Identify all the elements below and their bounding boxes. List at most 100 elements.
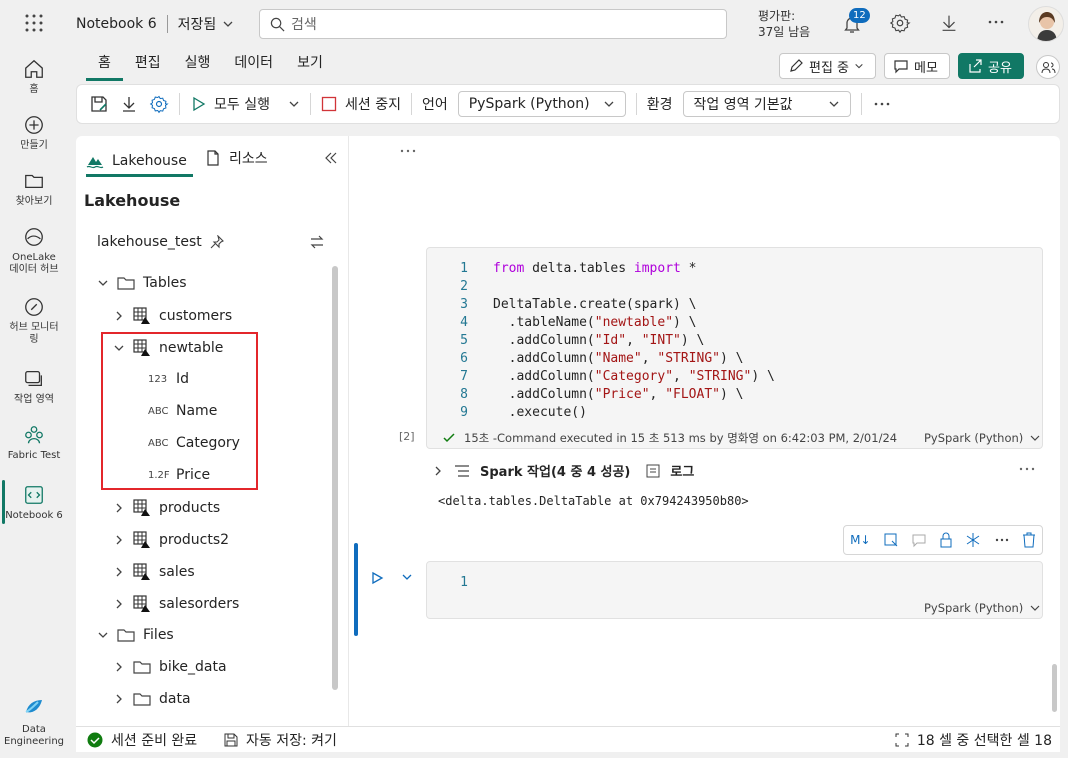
markdown-toggle-icon[interactable]: M↓: [850, 533, 870, 547]
toggle-parameter-icon[interactable]: [883, 532, 899, 548]
save-icon[interactable]: [89, 94, 109, 114]
code-line-5: .addColumn("Id", "INT") \: [493, 333, 705, 348]
editing-mode-button[interactable]: 편집 중: [779, 53, 876, 79]
tree-folder-item[interactable]: bike_data: [113, 659, 227, 675]
tab-run[interactable]: 실행: [173, 55, 223, 81]
status-bar: 세션 준비 완료 자동 저장: 켜기 18 셀 중 선택한 셀 18: [76, 726, 1060, 752]
nav-workspaces-label: 작업 영역: [14, 394, 54, 405]
cell-language-selector[interactable]: PySpark (Python): [924, 431, 1041, 445]
tab-view[interactable]: 보기: [285, 55, 335, 81]
comment-icon[interactable]: [911, 532, 927, 548]
chevron-down-icon: [1029, 602, 1041, 614]
tab-resources[interactable]: 리소스: [205, 147, 268, 169]
notebook-title[interactable]: Notebook 6 저장됨: [76, 14, 234, 34]
line-number: 6: [460, 351, 468, 366]
more-options-icon[interactable]: [399, 144, 417, 158]
nav-monitor[interactable]: 허브 모니터링: [0, 296, 68, 346]
save-icon: [224, 733, 238, 747]
collapse-pane-icon[interactable]: [324, 151, 338, 165]
trial-status[interactable]: 평가판: 37일 남음: [758, 8, 810, 40]
autosave-status[interactable]: 자동 저장: 켜기: [224, 730, 337, 750]
code-line-1: from delta.tables import *: [493, 261, 697, 276]
nav-notebook[interactable]: Notebook 6: [0, 484, 68, 522]
session-status[interactable]: 세션 준비 완료: [87, 730, 197, 750]
share-button[interactable]: 공유: [958, 53, 1024, 79]
pin-icon[interactable]: [210, 235, 224, 249]
search-icon: [270, 17, 285, 32]
chevron-down-icon: [1029, 432, 1041, 444]
tab-data[interactable]: 데이터: [222, 55, 285, 81]
checkmark-icon: [442, 431, 456, 445]
nav-fabric-test[interactable]: Fabric Test: [0, 424, 68, 462]
environment-dropdown[interactable]: 작업 영역 기본값: [682, 91, 851, 117]
tree-table-item[interactable]: customers: [113, 307, 232, 325]
lakehouse-name-row[interactable]: lakehouse_test: [97, 234, 224, 250]
spark-jobs-label: Spark 작업(4 중 4 성공): [480, 465, 631, 480]
freeze-icon[interactable]: [965, 532, 981, 548]
spark-jobs-row[interactable]: Spark 작업(4 중 4 성공) 로그: [432, 461, 694, 480]
search-input[interactable]: 검색: [259, 9, 727, 39]
more-options-icon[interactable]: [872, 94, 892, 114]
code-editor[interactable]: 1 from delta.tables import * 2 3 DeltaTabl…: [426, 258, 1043, 428]
explorer-scrollbar[interactable]: [332, 266, 338, 690]
comment-icon: [893, 58, 909, 74]
line-number: 8: [460, 387, 468, 402]
app-launcher-icon[interactable]: [24, 13, 44, 33]
play-icon: [190, 96, 206, 112]
line-number: 1: [460, 261, 468, 276]
cell-language-selector[interactable]: PySpark (Python): [924, 601, 1041, 615]
more-options-icon[interactable]: [1018, 462, 1036, 476]
tree-files-folder[interactable]: Files: [97, 627, 174, 643]
tab-home[interactable]: 홈: [86, 55, 123, 81]
onelake-icon: [6, 226, 62, 248]
tab-resources-label: 리소스: [229, 151, 268, 167]
tab-lakehouse[interactable]: Lakehouse: [86, 147, 193, 177]
more-options-icon[interactable]: [986, 12, 1010, 36]
settings-gear-icon[interactable]: [889, 12, 913, 36]
log-icon: [646, 464, 660, 478]
chevron-right-icon: [113, 534, 125, 546]
more-options-icon[interactable]: [994, 536, 1010, 544]
selection-status[interactable]: 18 셀 중 선택한 셀 18: [895, 730, 1052, 750]
toolbar-divider: [410, 93, 412, 115]
settings-gear-icon[interactable]: [149, 94, 169, 114]
active-cell-indicator: [354, 543, 358, 636]
tree-tables-folder[interactable]: Tables: [97, 275, 187, 291]
tree-table-item[interactable]: products: [113, 499, 220, 517]
run-cell-icon[interactable]: [370, 571, 384, 585]
user-avatar[interactable]: [1028, 6, 1064, 42]
nav-browse[interactable]: 찾아보기: [0, 170, 68, 208]
editor-scrollbar[interactable]: [1052, 664, 1057, 712]
nav-onelake[interactable]: OneLake 데이터 허브: [0, 226, 68, 276]
notification-badge: 12: [849, 8, 870, 23]
tree-folder-item[interactable]: data: [113, 691, 191, 707]
chevron-down-icon[interactable]: [401, 571, 413, 583]
ribbon-toolbar: 모두 실행 세션 중지 언어 PySpark (Python) 환경 작업 영역…: [76, 84, 1060, 124]
tab-edit[interactable]: 편집: [123, 55, 173, 81]
nav-home[interactable]: 홈: [0, 58, 68, 96]
table-name: sales: [159, 564, 195, 580]
stop-session-button[interactable]: 세션 중지: [321, 94, 401, 114]
run-all-button[interactable]: 모두 실행: [190, 94, 270, 114]
nav-create[interactable]: 만들기: [0, 114, 68, 152]
chevron-down-icon: [603, 98, 615, 110]
comment-button[interactable]: 메모: [884, 53, 950, 79]
download-icon[interactable]: [938, 12, 962, 36]
download-icon[interactable]: [119, 94, 139, 114]
tree-table-item[interactable]: products2: [113, 531, 229, 549]
delta-table-icon: [133, 531, 151, 549]
line-number: 1: [460, 575, 468, 590]
delete-icon[interactable]: [1022, 532, 1036, 548]
chevron-down-icon[interactable]: [288, 98, 300, 110]
tree-table-item[interactable]: sales: [113, 563, 195, 581]
nav-workspaces[interactable]: 작업 영역: [0, 368, 68, 406]
chevron-down-icon: [222, 18, 234, 30]
browse-icon: [0, 170, 68, 192]
nav-data-engineering[interactable]: Data Engineering: [0, 696, 68, 748]
lock-icon[interactable]: [939, 532, 953, 548]
tree-table-item[interactable]: salesorders: [113, 595, 239, 613]
delta-table-icon: [133, 307, 151, 325]
switch-lakehouse-icon[interactable]: [309, 234, 325, 250]
language-dropdown[interactable]: PySpark (Python): [457, 91, 626, 117]
collaborators-icon[interactable]: [1036, 55, 1060, 79]
